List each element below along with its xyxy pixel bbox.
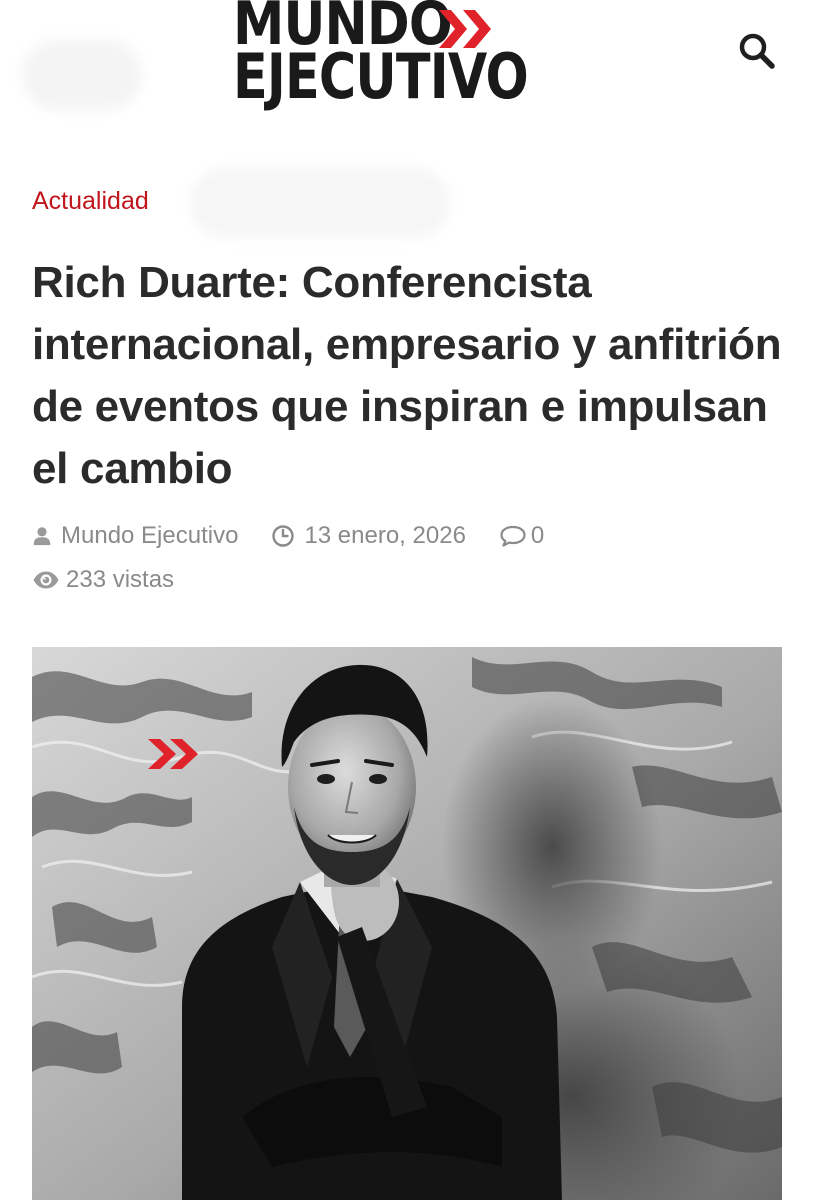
comment-count: 0	[530, 522, 545, 549]
featured-image[interactable]	[32, 647, 782, 1200]
author-name: Mundo Ejecutivo	[61, 522, 239, 549]
author-meta[interactable]: Mundo Ejecutivo	[32, 522, 238, 550]
site-header: MUNDO EJECUTIVO	[0, 0, 813, 130]
eye-icon	[33, 571, 59, 589]
comment-icon	[500, 525, 526, 547]
search-icon	[739, 33, 775, 69]
comments-meta[interactable]: 0	[499, 522, 544, 550]
views-meta: 233 vistas	[32, 566, 174, 594]
view-count: 233 vistas	[66, 566, 175, 593]
background-smudge	[190, 168, 450, 238]
clock-icon	[272, 525, 295, 547]
search-button[interactable]	[736, 30, 778, 72]
publish-date: 13 enero, 2026	[304, 522, 466, 549]
background-smudge	[22, 40, 142, 110]
category-link[interactable]: Actualidad	[32, 185, 149, 217]
article-views-meta: 233 vistas	[32, 563, 174, 597]
article-page: MUNDO EJECUTIVO Actualidad Rich Duarte: …	[0, 0, 813, 1200]
article-title: Rich Duarte: Conferencista internacional…	[32, 258, 782, 493]
article-meta: Mundo Ejecutivo 13 enero, 2026 0	[32, 519, 544, 553]
portrait-photo	[32, 647, 782, 1200]
user-icon	[33, 527, 51, 546]
date-meta: 13 enero, 2026	[271, 522, 466, 550]
site-logo[interactable]: MUNDO EJECUTIVO	[233, 0, 583, 110]
logo-text-ejecutivo: EJECUTIVO	[233, 40, 529, 113]
